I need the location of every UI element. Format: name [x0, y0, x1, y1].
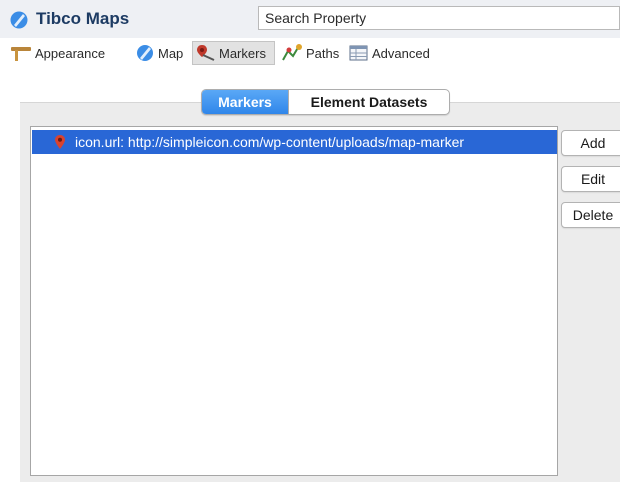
- tab-bar: Markers Element Datasets: [201, 89, 450, 115]
- toolbar-advanced[interactable]: Advanced: [349, 41, 430, 65]
- delete-button[interactable]: Delete: [561, 202, 620, 228]
- marker-list[interactable]: icon.url: http://simpleicon.com/wp-conte…: [30, 126, 558, 476]
- edit-button[interactable]: Edit: [561, 166, 620, 192]
- toolbar-appearance[interactable]: Appearance: [10, 41, 105, 65]
- marker-pin-icon: [55, 135, 65, 149]
- toolbar-appearance-label: Appearance: [35, 45, 106, 61]
- paths-icon: [282, 44, 302, 61]
- search-property-input[interactable]: Search Property: [258, 6, 620, 30]
- toolbar-paths-label: Paths: [306, 45, 340, 61]
- tab-element-datasets[interactable]: Element Datasets: [288, 90, 449, 114]
- pen-icon: [11, 47, 31, 61]
- toolbar-paths[interactable]: Paths: [281, 41, 339, 65]
- list-item[interactable]: icon.url: http://simpleicon.com/wp-conte…: [32, 130, 557, 154]
- map-globe-icon: [10, 11, 28, 29]
- app-title: Tibco Maps: [36, 9, 130, 28]
- list-item-text: icon.url: http://simpleicon.com/wp-conte…: [75, 134, 465, 150]
- toolbar-map-label: Map: [158, 45, 184, 61]
- toolbar-markers[interactable]: Markers: [192, 41, 275, 65]
- marker-icon: [197, 45, 215, 61]
- map-globe-icon: [137, 45, 153, 61]
- add-button[interactable]: Add: [561, 130, 620, 156]
- table-icon: [349, 45, 368, 61]
- toolbar-advanced-label: Advanced: [372, 45, 430, 61]
- toolbar-markers-label: Markers: [219, 45, 266, 61]
- toolbar-map[interactable]: Map: [135, 41, 183, 65]
- tab-markers[interactable]: Markers: [202, 90, 288, 114]
